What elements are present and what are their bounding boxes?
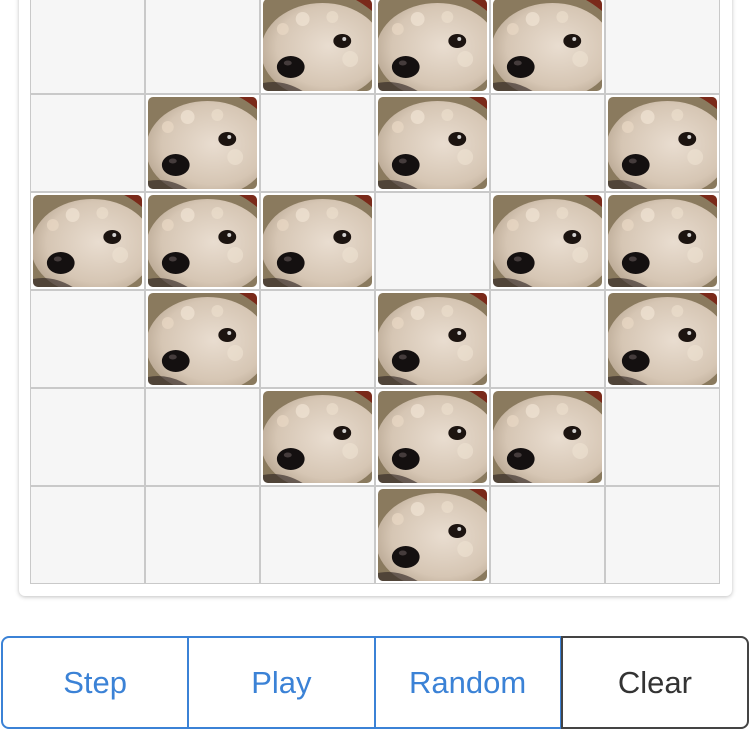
grid-cell-empty[interactable] (605, 388, 720, 486)
grid-cell-empty[interactable] (30, 486, 145, 584)
grid-cell-empty[interactable] (30, 290, 145, 388)
grid-cell-alive[interactable] (260, 0, 375, 94)
grid-cell-alive[interactable] (490, 0, 605, 94)
grid-cell-empty[interactable] (490, 486, 605, 584)
grid-cell-empty[interactable] (260, 486, 375, 584)
grid-cell-empty[interactable] (145, 486, 260, 584)
dog-face-image (493, 0, 602, 91)
grid-cell-empty[interactable] (145, 0, 260, 94)
dog-face-image (378, 293, 487, 385)
grid-cell-empty[interactable] (30, 0, 145, 94)
dog-face-image (608, 293, 717, 385)
grid-cell-empty[interactable] (30, 94, 145, 192)
dog-face-image (263, 195, 372, 287)
grid-cell-alive[interactable] (260, 388, 375, 486)
dog-face-image (263, 0, 372, 91)
grid-cell-empty[interactable] (605, 0, 720, 94)
dog-face-image (378, 97, 487, 189)
grid-cell-alive[interactable] (145, 94, 260, 192)
grid-cell-alive[interactable] (260, 192, 375, 290)
controls-bar: Step Play Random Clear (1, 636, 749, 729)
grid-cell-alive[interactable] (375, 0, 490, 94)
dog-face-image (263, 391, 372, 483)
dog-face-image (33, 195, 142, 287)
grid-cell-alive[interactable] (375, 94, 490, 192)
grid-cell-empty[interactable] (260, 94, 375, 192)
dog-face-image (148, 97, 257, 189)
grid-cell-empty[interactable] (490, 94, 605, 192)
dog-face-image (493, 195, 602, 287)
dog-face-image (148, 195, 257, 287)
dog-face-image (608, 195, 717, 287)
grid-cell-empty[interactable] (375, 192, 490, 290)
grid-cell-alive[interactable] (375, 388, 490, 486)
grid-cell-empty[interactable] (30, 388, 145, 486)
grid-cell-alive[interactable] (605, 290, 720, 388)
grid-cell-alive[interactable] (30, 192, 145, 290)
grid-cell-alive[interactable] (145, 192, 260, 290)
dog-face-image (148, 293, 257, 385)
life-grid (30, 0, 720, 584)
dog-face-image (378, 489, 487, 581)
clear-button[interactable]: Clear (560, 636, 749, 729)
grid-cell-empty[interactable] (490, 290, 605, 388)
step-button[interactable]: Step (1, 636, 189, 729)
dog-face-image (378, 391, 487, 483)
grid-cell-alive[interactable] (375, 290, 490, 388)
grid-cell-empty[interactable] (145, 388, 260, 486)
grid-cell-alive[interactable] (375, 486, 490, 584)
grid-cell-alive[interactable] (605, 94, 720, 192)
play-button[interactable]: Play (188, 636, 375, 729)
grid-cell-alive[interactable] (605, 192, 720, 290)
grid-cell-alive[interactable] (490, 388, 605, 486)
dog-face-image (378, 0, 487, 91)
dog-face-image (493, 391, 602, 483)
dog-face-image (608, 97, 717, 189)
random-button[interactable]: Random (374, 636, 561, 729)
grid-cell-alive[interactable] (490, 192, 605, 290)
grid-cell-empty[interactable] (605, 486, 720, 584)
grid-cell-alive[interactable] (145, 290, 260, 388)
grid-cell-empty[interactable] (260, 290, 375, 388)
